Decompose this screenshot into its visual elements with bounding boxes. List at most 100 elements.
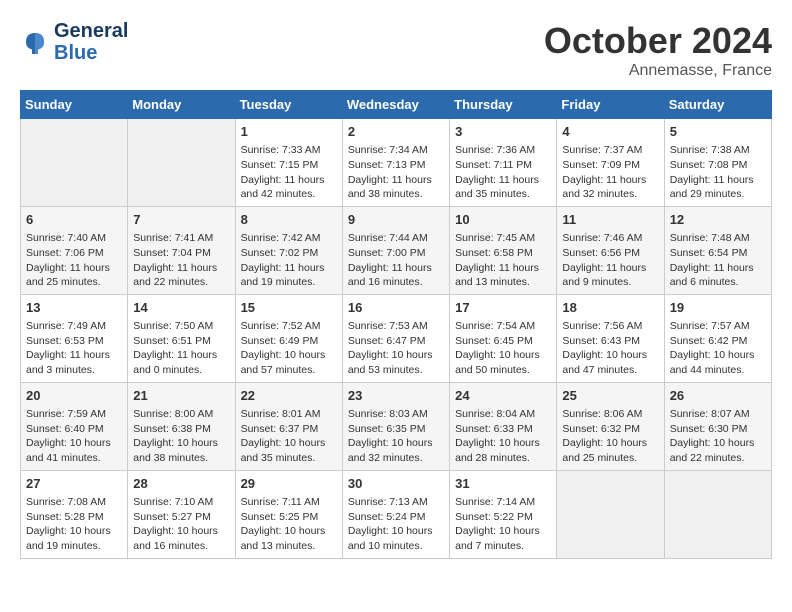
calendar-cell: 26Sunrise: 8:07 AMSunset: 6:30 PMDayligh…	[664, 382, 771, 470]
day-number: 13	[26, 299, 122, 317]
daylight-text: Daylight: 10 hours and 38 minutes.	[133, 436, 229, 465]
day-number: 2	[348, 123, 444, 141]
col-header-thursday: Thursday	[450, 91, 557, 119]
daylight-text: Daylight: 11 hours and 3 minutes.	[26, 348, 122, 377]
sunset-text: Sunset: 6:38 PM	[133, 422, 229, 437]
sunrise-text: Sunrise: 7:56 AM	[562, 319, 658, 334]
calendar-table: SundayMondayTuesdayWednesdayThursdayFrid…	[20, 90, 772, 559]
calendar-week-row: 27 Sunrise: 7:08 AMSunset: 5:28 PM Dayligh…	[21, 470, 772, 558]
daylight-text: Daylight: 11 hours and 35 minutes.	[455, 173, 551, 202]
calendar-week-row: 13Sunrise: 7:49 AMSunset: 6:53 PMDayligh…	[21, 294, 772, 382]
sunset-text: Sunset: 5:25 PM	[241, 510, 337, 525]
day-number: 30	[348, 475, 444, 493]
day-number: 24	[455, 387, 551, 405]
sunset-text: Sunset: 5:28 PM	[26, 510, 122, 525]
calendar-cell: 5Sunrise: 7:38 AMSunset: 7:08 PMDaylight…	[664, 119, 771, 207]
day-number: 9	[348, 211, 444, 229]
day-number: 8	[241, 211, 337, 229]
col-header-monday: Monday	[128, 91, 235, 119]
day-number: 31	[455, 475, 551, 493]
location-title: Annemasse, France	[544, 62, 772, 80]
daylight-text: Daylight: 10 hours and 7 minutes.	[455, 524, 551, 553]
calendar-cell: 28Sunrise: 7:10 AMSunset: 5:27 PMDayligh…	[128, 470, 235, 558]
sunrise-text: Sunrise: 7:34 AM	[348, 143, 444, 158]
daylight-text: Daylight: 10 hours and 41 minutes.	[26, 436, 122, 465]
daylight-text: Daylight: 11 hours and 22 minutes.	[133, 261, 229, 290]
calendar-cell: 16Sunrise: 7:53 AMSunset: 6:47 PMDayligh…	[342, 294, 449, 382]
sunrise-text: Sunrise: 7:36 AM	[455, 143, 551, 158]
day-number: 1	[241, 123, 337, 141]
page-header: General Blue October 2024 Annemasse, Fra…	[20, 20, 772, 80]
day-number: 12	[670, 211, 766, 229]
calendar-cell: 2Sunrise: 7:34 AMSunset: 7:13 PMDaylight…	[342, 119, 449, 207]
calendar-cell: 13Sunrise: 7:49 AMSunset: 6:53 PMDayligh…	[21, 294, 128, 382]
day-number: 10	[455, 211, 551, 229]
sunrise-text: Sunrise: 7:44 AM	[348, 231, 444, 246]
day-number: 29	[241, 475, 337, 493]
sunset-text: Sunset: 5:22 PM	[455, 510, 551, 525]
sunset-text: Sunset: 7:13 PM	[348, 158, 444, 173]
calendar-cell: 1Sunrise: 7:33 AMSunset: 7:15 PMDaylight…	[235, 119, 342, 207]
calendar-header-row: SundayMondayTuesdayWednesdayThursdayFrid…	[21, 91, 772, 119]
daylight-text: Daylight: 10 hours and 44 minutes.	[670, 348, 766, 377]
daylight-text: Daylight: 11 hours and 32 minutes.	[562, 173, 658, 202]
sunrise-text: Sunrise: 7:54 AM	[455, 319, 551, 334]
daylight-text: Daylight: 10 hours and 35 minutes.	[241, 436, 337, 465]
calendar-cell: 6Sunrise: 7:40 AMSunset: 7:06 PMDaylight…	[21, 206, 128, 294]
sunset-text: Sunset: 6:49 PM	[241, 334, 337, 349]
calendar-cell: 15Sunrise: 7:52 AMSunset: 6:49 PMDayligh…	[235, 294, 342, 382]
calendar-cell: 23Sunrise: 8:03 AMSunset: 6:35 PMDayligh…	[342, 382, 449, 470]
sunset-text: Sunset: 6:33 PM	[455, 422, 551, 437]
calendar-cell	[557, 470, 664, 558]
day-number: 28	[133, 475, 229, 493]
sunset-text: Sunset: 6:47 PM	[348, 334, 444, 349]
calendar-cell	[664, 470, 771, 558]
calendar-cell: 25Sunrise: 8:06 AMSunset: 6:32 PMDayligh…	[557, 382, 664, 470]
daylight-text: Daylight: 11 hours and 13 minutes.	[455, 261, 551, 290]
daylight-text: Daylight: 10 hours and 13 minutes.	[241, 524, 337, 553]
sunset-text: Sunset: 7:11 PM	[455, 158, 551, 173]
col-header-sunday: Sunday	[21, 91, 128, 119]
calendar-cell: 18Sunrise: 7:56 AMSunset: 6:43 PMDayligh…	[557, 294, 664, 382]
daylight-text: Daylight: 11 hours and 19 minutes.	[241, 261, 337, 290]
day-number: 6	[26, 211, 122, 229]
calendar-cell: 31Sunrise: 7:14 AMSunset: 5:22 PMDayligh…	[450, 470, 557, 558]
sunset-text: Sunset: 5:27 PM	[133, 510, 229, 525]
calendar-cell	[128, 119, 235, 207]
calendar-cell: 9 Sunrise: 7:44 AMSunset: 7:00 PMDaylight…	[342, 206, 449, 294]
sunset-text: Sunset: 6:35 PM	[348, 422, 444, 437]
calendar-cell: 8Sunrise: 7:42 AMSunset: 7:02 PMDaylight…	[235, 206, 342, 294]
sunrise-text: Sunrise: 7:53 AM	[348, 319, 444, 334]
col-header-friday: Friday	[557, 91, 664, 119]
sunset-text: Sunset: 6:54 PM	[670, 246, 766, 261]
day-number: 27	[26, 475, 122, 493]
sunset-text: Sunset: 7:04 PM	[133, 246, 229, 261]
daylight-text: Daylight: 11 hours and 16 minutes.	[348, 261, 444, 290]
sunset-text: Sunset: 7:09 PM	[562, 158, 658, 173]
sunset-text: Sunset: 6:51 PM	[133, 334, 229, 349]
sunrise-text: Sunrise: 7:57 AM	[670, 319, 766, 334]
day-number: 16	[348, 299, 444, 317]
daylight-text: Daylight: 11 hours and 29 minutes.	[670, 173, 766, 202]
sunset-text: Sunset: 6:45 PM	[455, 334, 551, 349]
month-title: October 2024	[544, 20, 772, 62]
daylight-text: Daylight: 10 hours and 32 minutes.	[348, 436, 444, 465]
calendar-cell: 24Sunrise: 8:04 AMSunset: 6:33 PMDayligh…	[450, 382, 557, 470]
calendar-cell: 19Sunrise: 7:57 AMSunset: 6:42 PMDayligh…	[664, 294, 771, 382]
day-number: 22	[241, 387, 337, 405]
day-number: 25	[562, 387, 658, 405]
col-header-tuesday: Tuesday	[235, 91, 342, 119]
sunset-text: Sunset: 7:00 PM	[348, 246, 444, 261]
calendar-cell: 10Sunrise: 7:45 AMSunset: 6:58 PMDayligh…	[450, 206, 557, 294]
sunrise-text: Sunrise: 7:08 AM	[26, 495, 122, 510]
sunrise-text: Sunrise: 7:48 AM	[670, 231, 766, 246]
sunrise-text: Sunrise: 8:00 AM	[133, 407, 229, 422]
sunrise-text: Sunrise: 7:38 AM	[670, 143, 766, 158]
daylight-text: Daylight: 10 hours and 10 minutes.	[348, 524, 444, 553]
daylight-text: Daylight: 10 hours and 47 minutes.	[562, 348, 658, 377]
daylight-text: Daylight: 11 hours and 0 minutes.	[133, 348, 229, 377]
sunset-text: Sunset: 6:58 PM	[455, 246, 551, 261]
sunset-text: Sunset: 7:06 PM	[26, 246, 122, 261]
sunset-text: Sunset: 5:24 PM	[348, 510, 444, 525]
sunset-text: Sunset: 6:32 PM	[562, 422, 658, 437]
